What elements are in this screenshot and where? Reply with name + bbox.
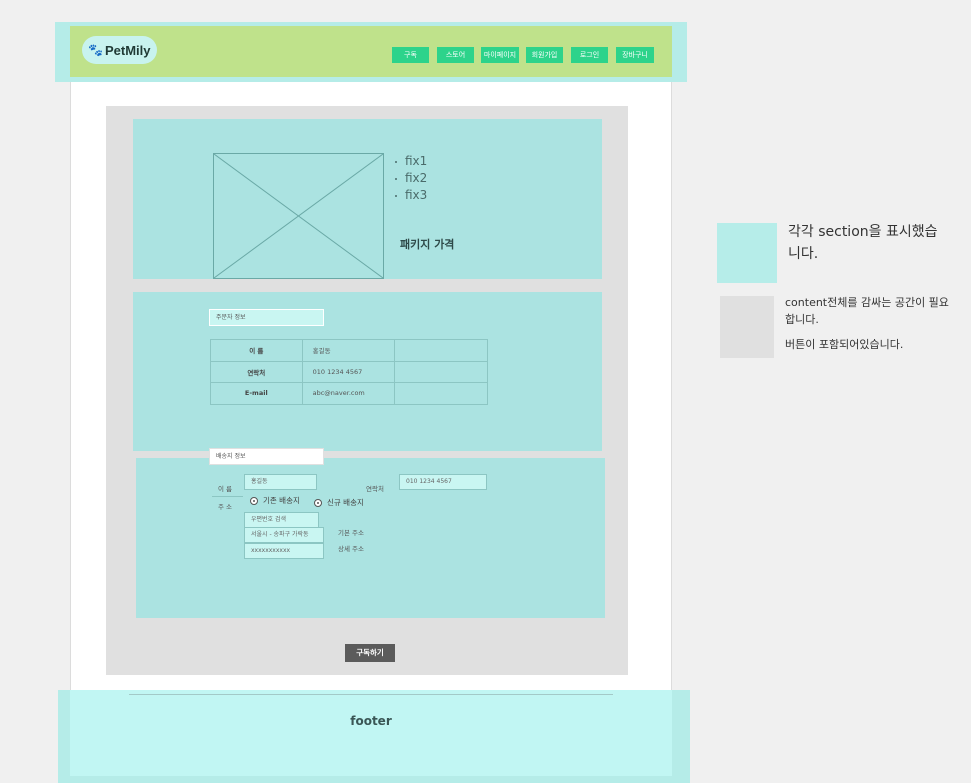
footer bbox=[70, 690, 672, 776]
orderer-section-label: 주문자 정보 bbox=[209, 309, 324, 326]
orderer-table: 이 름 홍길동 연락처 010 1234 4567 E-mail abc@nav… bbox=[210, 339, 488, 405]
list-item: fix2 bbox=[395, 170, 427, 187]
legend-button-note: 버튼이 포함되어있습니다. bbox=[785, 338, 904, 351]
shipping-address-label: 주 소 bbox=[218, 503, 233, 511]
legend-content-note: content전체를 감싸는 공간이 필요합니다. bbox=[785, 296, 949, 326]
legend-content-swatch bbox=[720, 296, 774, 358]
radio-existing-address[interactable]: 기존 배송지 bbox=[250, 495, 300, 506]
subscribe-button[interactable]: 구독하기 bbox=[345, 644, 395, 662]
fix-list: fix1 fix2 fix3 bbox=[395, 153, 427, 204]
table-row: 연락처 010 1234 4567 bbox=[210, 360, 488, 383]
row-key: E-mail bbox=[210, 382, 303, 405]
nav-login[interactable]: 로그인 bbox=[571, 47, 608, 63]
shipping-name-input[interactable]: 홍길동 bbox=[244, 474, 317, 490]
nav-subscribe[interactable]: 구독 bbox=[392, 47, 429, 63]
image-placeholder-icon bbox=[213, 153, 384, 279]
table-row: 이 름 홍길동 bbox=[210, 339, 488, 362]
list-item: fix3 bbox=[395, 187, 427, 204]
shipping-section-label: 배송지 정보 bbox=[209, 448, 324, 465]
shipping-contact-input[interactable]: 010 1234 4567 bbox=[399, 474, 487, 490]
shipping-contact-label: 연락처 bbox=[366, 485, 384, 493]
logo[interactable]: 🐾 PetMily bbox=[82, 36, 157, 64]
shipping-section bbox=[136, 458, 605, 618]
address2-input[interactable]: xxxxxxxxxxx bbox=[244, 543, 324, 559]
nav-store[interactable]: 스토어 bbox=[437, 47, 474, 63]
row-value: abc@naver.com bbox=[301, 382, 396, 405]
row-key: 이 름 bbox=[210, 339, 303, 362]
nav-signup[interactable]: 회원가입 bbox=[526, 47, 563, 63]
table-row: E-mail abc@naver.com bbox=[210, 382, 488, 405]
address1-input[interactable]: 서울시 - 송파구 가락동 bbox=[244, 527, 324, 543]
list-item: fix1 bbox=[395, 153, 427, 170]
row-key: 연락처 bbox=[210, 360, 303, 383]
address2-label: 상세 주소 bbox=[338, 545, 364, 553]
row-value: 010 1234 4567 bbox=[301, 360, 396, 383]
package-price: 패키지 가격 bbox=[400, 238, 455, 251]
address1-label: 기본 주소 bbox=[338, 529, 364, 537]
nav-mypage[interactable]: 마이페이지 bbox=[481, 47, 519, 63]
row-value: 홍길동 bbox=[301, 339, 396, 362]
radio-icon bbox=[250, 496, 258, 505]
radio-new-address[interactable]: 신규 배송지 bbox=[314, 497, 364, 508]
paw-icon: 🐾 bbox=[88, 42, 103, 57]
footer-text: footer bbox=[350, 714, 392, 728]
radio-icon bbox=[314, 498, 322, 507]
logo-text: PetMily bbox=[105, 42, 151, 58]
nav-cart[interactable]: 장바구니 bbox=[616, 47, 654, 63]
zip-search-button[interactable]: 우편번호 검색 bbox=[244, 512, 319, 528]
divider bbox=[129, 694, 613, 695]
shipping-name-label: 이 름 bbox=[218, 485, 233, 493]
legend-section-swatch bbox=[717, 223, 777, 283]
legend-section-note: 각각 section을 표시했습니다. bbox=[788, 224, 938, 262]
divider bbox=[212, 496, 243, 497]
